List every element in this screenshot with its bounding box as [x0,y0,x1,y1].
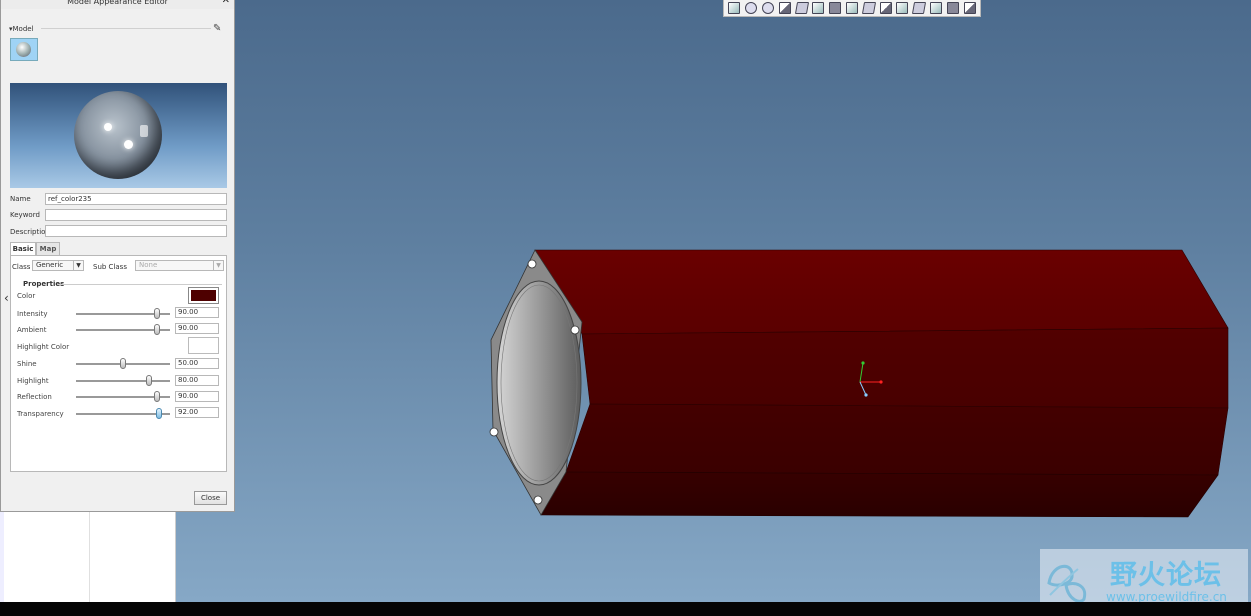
subclass-label: Sub Class [93,263,127,271]
keyword-field[interactable] [45,209,227,221]
close-button[interactable]: Close [194,491,227,505]
chevron-down-icon: ▼ [73,261,83,270]
name-field[interactable]: ref_color235 [45,193,227,205]
view-manager-icon[interactable] [844,1,861,16]
tube-bottom-face [540,471,1219,518]
bottom-bar [0,602,1251,616]
slider-thumb[interactable] [154,308,160,319]
shine-slider[interactable] [76,358,170,369]
intensity-slider[interactable] [76,308,170,319]
class-label: Class [12,263,31,271]
slider-thumb[interactable] [120,358,126,369]
appearance-preview [10,83,227,188]
slider-thumb[interactable] [146,375,152,386]
model-appearance-editor: Model Appearance Editor ✕ ▾Model ✎ Name … [0,0,235,512]
saved-views-icon[interactable] [810,1,827,16]
bolt-hole [533,495,543,505]
tab-map[interactable]: Map [36,242,60,255]
name-label: Name [10,195,31,203]
ambient-value[interactable]: 90.00 [175,323,219,334]
reflection-value[interactable]: 90.00 [175,391,219,402]
bolt-hole [570,325,580,335]
reflection-slider[interactable] [76,391,170,402]
transparency-slider[interactable] [76,408,170,419]
description-label: Description [10,228,50,236]
tube-mid-face [581,327,1229,409]
preview-sphere [74,91,162,179]
class-dropdown[interactable]: Generic ▼ [32,260,84,271]
color-swatch-button[interactable] [188,287,219,304]
color-fill [191,290,216,301]
shine-value[interactable]: 50.00 [175,358,219,369]
subclass-dropdown[interactable]: None ▼ [135,260,224,271]
transparency-label: Transparency [17,410,64,418]
slider-thumb[interactable] [154,391,160,402]
highlight-value[interactable]: 80.00 [175,375,219,386]
datum-points-icon[interactable] [894,1,911,16]
highlight-slider[interactable] [76,375,170,386]
dialog-title: Model Appearance Editor [1,0,234,9]
model-section-label: Model [12,25,34,33]
datum-axes-icon[interactable] [877,1,894,16]
bolt-hole [527,259,537,269]
tab-basic[interactable]: Basic [10,242,36,255]
ambient-slider[interactable] [76,324,170,335]
repaint-icon[interactable] [776,1,793,16]
watermark-text: 野火论坛 [1110,560,1222,591]
class-value: Generic [36,261,64,269]
chevron-left-icon[interactable]: ‹ [4,291,9,305]
transparency-value[interactable]: 92.00 [175,407,219,418]
subclass-value: None [139,261,158,269]
tube-low-face [565,403,1229,476]
model-section-header[interactable]: ▾Model [9,25,211,33]
ambient-label: Ambient [17,326,47,334]
eyedropper-icon[interactable]: ✎ [213,23,221,34]
layers-icon[interactable] [961,1,978,16]
keyword-label: Keyword [10,211,40,219]
highlight-color-label: Highlight Color [17,343,70,351]
display-style-icon[interactable] [793,1,810,16]
highlight-label: Highlight [17,377,49,385]
slider-thumb[interactable] [156,408,162,419]
appearance-swatch[interactable] [10,38,38,61]
bore-hole [496,280,582,486]
intensity-value[interactable]: 90.00 [175,307,219,318]
slider-thumb[interactable] [154,324,160,335]
model-tree-panel[interactable] [0,512,176,602]
highlight-color-button[interactable] [188,337,219,354]
zoom-in-icon[interactable] [743,1,760,16]
color-label: Color [17,292,36,300]
description-field[interactable] [45,225,227,237]
refit-icon[interactable] [726,1,743,16]
view-toolbar [723,0,981,17]
chevron-down-icon: ▼ [213,261,223,270]
reflection-label: Reflection [17,393,52,401]
shine-label: Shine [17,360,37,368]
zoom-out-icon[interactable] [760,1,777,16]
watermark: 野火论坛 www.proewildfire.cn [1040,549,1248,609]
intensity-label: Intensity [17,310,48,318]
datum-planes-icon[interactable] [860,1,877,16]
annotations-icon[interactable] [928,1,945,16]
bolt-hole [489,427,499,437]
butterfly-logo-icon [1047,565,1087,603]
spin-center-icon[interactable] [944,1,961,16]
coord-sys-icon[interactable] [911,1,928,16]
reorient-icon[interactable] [827,1,844,16]
tube-top-face [534,249,1229,335]
close-icon[interactable]: ✕ [222,0,230,8]
